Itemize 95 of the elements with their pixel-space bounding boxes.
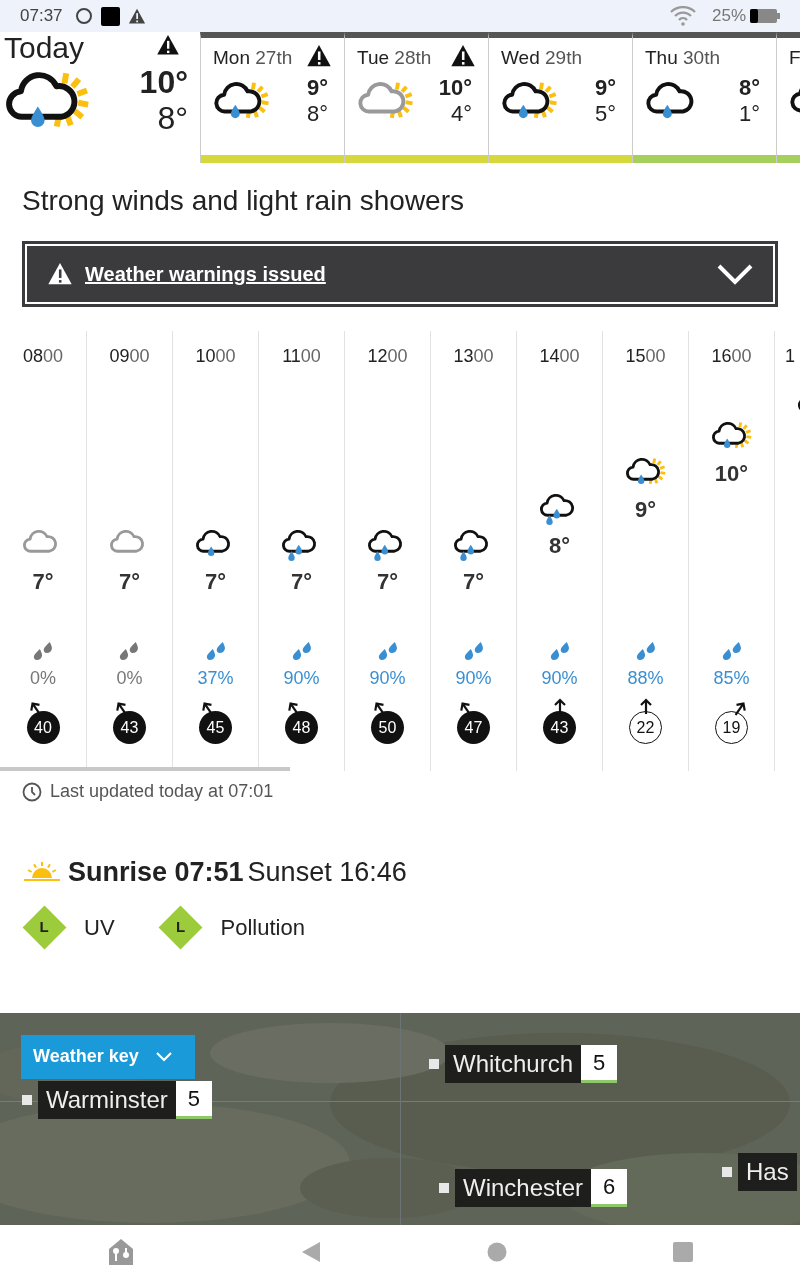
back-icon[interactable] (301, 1241, 321, 1264)
temperature: 8° (548, 532, 570, 561)
low-temperature: 1° (738, 102, 760, 125)
warnings-toggle[interactable]: Weather warnings issued (22, 241, 778, 307)
index-label: Pollution (220, 914, 305, 942)
forecast-summary: Strong winds and light rain showers (22, 184, 465, 218)
warning-icon (127, 7, 146, 25)
hour-label: 1400 (539, 344, 580, 368)
hour-label: 1500 (625, 344, 666, 368)
hour-label: 1 (785, 344, 795, 368)
wind-speed-badge: 43 (543, 711, 576, 744)
low-temperature: 8° (306, 102, 328, 125)
level-badge: L (22, 905, 66, 950)
wind-speed-badge: 50 (371, 711, 404, 744)
day-tab[interactable]: F (776, 32, 800, 163)
high-temperature: 9° (594, 76, 616, 99)
day-tab[interactable]: Mon 27th 9° 8° (200, 32, 344, 163)
wind-speed-badge: 43 (113, 711, 146, 744)
hour-label: 1200 (367, 344, 408, 368)
temperature: 7° (118, 568, 140, 597)
place-label: Has (738, 1152, 797, 1191)
wifi-icon (669, 6, 696, 26)
last-updated-text: Last updated today at 07:01 (50, 780, 274, 803)
chevron-icon (154, 1050, 173, 1063)
warning-icon (450, 44, 476, 68)
hour-label: 0800 (22, 344, 64, 368)
clock-time: 07:37 (20, 5, 63, 28)
index-label: UV (84, 914, 115, 942)
place-label: Whitchurch (445, 1044, 582, 1083)
high-temperature: 8° (738, 76, 760, 99)
precipitation-chance: 37% (197, 667, 234, 690)
day-label: Thu 30th (645, 46, 720, 70)
precipitation-chance: 90% (283, 667, 320, 690)
clock-icon (22, 781, 42, 802)
hour-label: 1600 (711, 344, 752, 368)
wind-speed-badge: 45 (199, 711, 232, 744)
place-label: Warminster (38, 1080, 176, 1119)
map-marker-icon (722, 1166, 732, 1177)
map-marker-icon (22, 1094, 32, 1105)
temperature: 7° (204, 568, 226, 597)
day-label: Wed 29th (501, 46, 582, 70)
temperature: 7° (290, 568, 312, 597)
day-label: Mon 27th (213, 46, 293, 70)
battery-percent: 25% (711, 5, 746, 28)
precipitation-chance: 88% (627, 667, 664, 690)
precipitation-chance: 0% (30, 667, 56, 690)
precipitation-chance: 0% (116, 667, 143, 690)
day-tab[interactable]: Wed 29th 9° 5° (488, 32, 632, 163)
home-tools-icon[interactable] (107, 1237, 135, 1268)
sunrise-icon (24, 862, 60, 883)
wind-speed-badge: 40 (26, 711, 60, 744)
day-tab[interactable]: Tue 28th 10° 4° (344, 32, 488, 163)
high-temperature: 10° (139, 66, 188, 98)
chevron-icon (717, 263, 753, 285)
place-label: Winchester (455, 1168, 592, 1207)
wind-speed-badge: 47 (457, 711, 490, 744)
temperature: 9° (634, 496, 656, 525)
low-temperature: 4° (450, 102, 472, 125)
hour-label: 0900 (109, 344, 150, 368)
warning-icon (156, 34, 180, 56)
hour-label: 1100 (282, 344, 321, 368)
wind-speed-badge: 22 (629, 711, 662, 744)
temperature: 7° (32, 568, 54, 597)
temperature: 7° (376, 568, 398, 597)
low-temperature: 8° (157, 102, 188, 134)
map-marker-icon (439, 1182, 449, 1193)
temperature: 7° (462, 568, 484, 597)
home-icon[interactable] (487, 1242, 507, 1263)
square-icon (100, 6, 120, 26)
day-title: Today (4, 32, 85, 64)
low-temperature: 5° (594, 102, 616, 125)
precipitation-chance: 90% (541, 667, 578, 690)
sunrise-time: Sunrise 07:51 (68, 856, 244, 889)
level-badge: L (158, 905, 203, 950)
hour-label: 1300 (453, 344, 494, 368)
temperature-badge: 5 (581, 1044, 618, 1083)
map-marker-icon (429, 1058, 439, 1069)
battery-icon (750, 8, 780, 24)
recents-icon[interactable] (673, 1242, 693, 1263)
hour-label: 1000 (195, 344, 236, 368)
sunset-time: Sunset 16:46 (247, 856, 407, 889)
day-tab[interactable]: Thu 30th 8° 1° (632, 32, 776, 163)
precipitation-chance: 85% (713, 667, 750, 690)
wind-speed-badge: 19 (715, 711, 748, 744)
high-temperature: 9° (306, 76, 328, 99)
temperature: 10° (714, 460, 749, 489)
day-label: Tue 28th (357, 46, 432, 70)
day-label: F (789, 46, 800, 70)
warning-icon (306, 44, 332, 68)
temperature-badge: 6 (591, 1168, 628, 1207)
precipitation-chance: 90% (369, 667, 406, 690)
high-temperature: 10° (438, 76, 472, 99)
warning-icon (47, 262, 73, 286)
wind-speed-badge: 48 (285, 711, 318, 744)
precipitation-chance: 90% (455, 667, 492, 690)
